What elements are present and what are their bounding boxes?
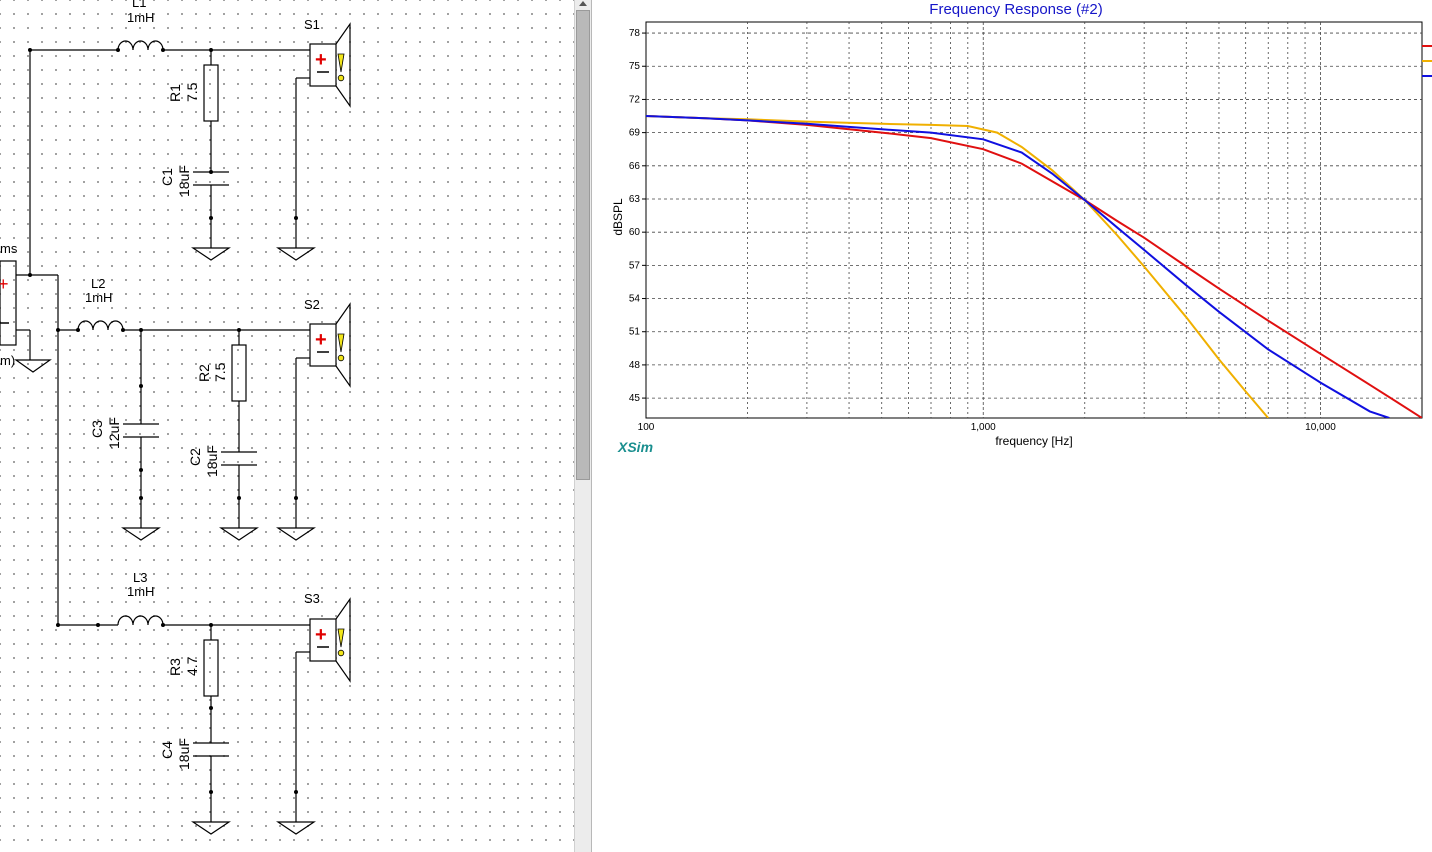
speaker-s3-ref: S3: [304, 591, 320, 606]
x-axis-label: frequency [Hz]: [995, 434, 1072, 448]
inductor-l1-value: 1mH: [127, 10, 154, 25]
x-tick-label: 10,000: [1305, 422, 1336, 433]
speaker-s2-ref: S2: [304, 297, 320, 312]
resistor-r3-ref: R3: [167, 658, 183, 676]
xsim-watermark: XSim: [617, 439, 653, 455]
y-tick-label: 45: [629, 393, 641, 404]
scroll-up-arrow-icon[interactable]: [579, 1, 587, 6]
source-label-2: m): [0, 353, 15, 368]
frequency-response-chart[interactable]: Frequency Response (#2) 45 48 51 54 57 60 63 66…: [592, 0, 1432, 852]
speaker-s1[interactable]: +: [309, 22, 351, 108]
capacitor-c2-ref: C2: [187, 448, 203, 466]
y-axis-label: dBSPL: [611, 198, 625, 236]
resistor-r3[interactable]: [203, 639, 219, 697]
capacitor-c2-value: 18uF: [204, 445, 220, 477]
resistor-r1[interactable]: [203, 64, 219, 122]
inductor-l1-ref: L1: [132, 0, 146, 10]
svg-text:+: +: [315, 624, 327, 646]
resistor-r3-value: 4.7: [184, 656, 200, 676]
capacitor-c4-value: 18uF: [176, 738, 192, 770]
capacitor-c4-ref: C4: [159, 741, 175, 759]
inductor-l3-value: 1mH: [127, 584, 154, 599]
schematic-drawing: + + + + L1 1mH L2 1mH L3 1mH S1 S2 S3 ms…: [0, 0, 351, 835]
y-tick-label: 57: [629, 260, 641, 271]
schematic-vertical-scrollbar[interactable]: [574, 0, 592, 852]
inductor-l3-ref: L3: [133, 570, 147, 585]
y-tick-label: 72: [629, 94, 641, 105]
y-tick-label: 66: [629, 161, 641, 172]
chart-title: Frequency Response (#2): [929, 1, 1102, 18]
y-tick-label: 51: [629, 327, 641, 338]
y-tick-label: 63: [629, 194, 641, 205]
resistor-r1-ref: R1: [167, 84, 183, 102]
capacitor-c3-value: 12uF: [106, 417, 122, 449]
y-tick-label: 60: [629, 227, 641, 238]
svg-text:+: +: [0, 274, 9, 294]
y-tick-label: 54: [629, 294, 641, 305]
speaker-s1-ref: S1: [304, 17, 320, 32]
x-tick-label: 100: [638, 422, 655, 433]
y-tick-label: 78: [629, 28, 641, 39]
inductor-l2-value: 1mH: [85, 290, 112, 305]
capacitor-c3-ref: C3: [89, 420, 105, 438]
resistor-r2-ref: R2: [196, 364, 212, 382]
svg-text:+: +: [315, 49, 327, 71]
resistor-r1-value: 7.5: [184, 82, 200, 102]
resistor-r2-value: 7.5: [212, 362, 228, 382]
y-tick-label: 75: [629, 61, 641, 72]
resistor-r2[interactable]: [231, 344, 247, 402]
y-tick-label: 69: [629, 128, 641, 139]
scrollbar-thumb[interactable]: [576, 10, 590, 480]
capacitor-c1-ref: C1: [159, 168, 175, 186]
schematic-canvas[interactable]: + + + + L1 1mH L2 1mH L3 1mH S1 S2 S3 ms…: [0, 0, 574, 852]
source-label: ms: [0, 241, 18, 256]
speaker-s2[interactable]: +: [309, 302, 351, 388]
y-tick-label: 48: [629, 360, 641, 371]
svg-text:+: +: [315, 329, 327, 351]
legend: [1422, 45, 1432, 77]
capacitor-c1-value: 18uF: [176, 165, 192, 197]
x-tick-label: 1,000: [971, 422, 996, 433]
frequency-response-panel: Frequency Response (#2) 45 48 51 54 57 60 63 66…: [592, 0, 1432, 852]
plot-area: [645, 21, 1423, 419]
inductor-l2-ref: L2: [91, 276, 105, 291]
speaker-s3[interactable]: +: [309, 597, 351, 683]
